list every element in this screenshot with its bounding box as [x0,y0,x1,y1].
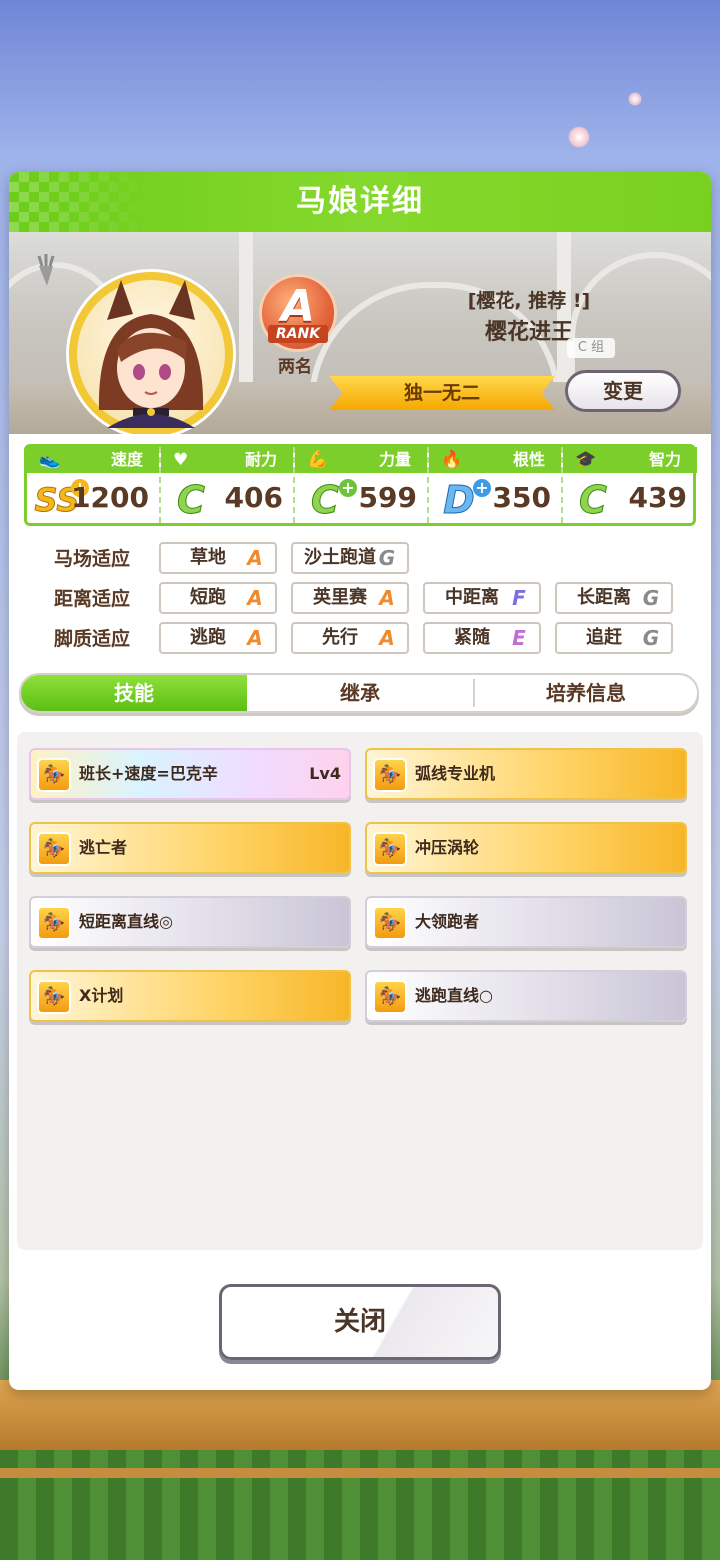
skill-speed-icon: 🏇 [373,980,407,1014]
variant-tag: C 组 [567,338,615,358]
skill-speed-icon: 🏇 [37,832,71,866]
umamusume-detail-dialog: 马娘详细 A RANK 两名 [樱花, 推荐 !] 樱花进王 C 组 独一无二 … [9,172,711,1390]
rank-ribbon: RANK [268,325,328,343]
skill-level: Lv4 [309,764,341,783]
skill-item[interactable]: 🏇 弧线专业机 [365,748,687,800]
heart-icon: ♥ [173,450,189,470]
skill-item[interactable]: 🏇 班长+速度=巴克辛 Lv4 [29,748,351,800]
dialog-header: 马娘详细 [9,172,711,232]
stat-value: 350 [492,481,551,514]
tab-training-info[interactable]: 培养信息 [475,675,697,711]
aptitude-chip: 长距离 G [555,582,673,614]
stat-value: 406 [224,481,283,514]
change-button[interactable]: 变更 [565,370,681,412]
stat-value: 439 [628,481,687,514]
flame-icon: 🔥 [441,450,463,470]
skill-speed-icon: 🏇 [37,906,71,940]
stat-power: 💪 力量 C + 599 [295,447,429,523]
shoe-icon: 👟 [39,450,61,470]
aptitude-distance-label: 距离适应 [53,588,130,610]
petal-decoration [568,126,590,148]
skill-speed-icon: 🏇 [373,758,407,792]
stats-panel: 👟 速度 SS + 1200 ♥ 耐力 C 406 💪 力量 C + 599 🔥 根性 … [24,444,697,526]
stat-value: 1200 [71,481,149,514]
aptitude-track-label: 马场适应 [53,548,130,570]
skill-speed-icon: 🏇 [373,832,407,866]
dialog-title: 马娘详细 [296,184,424,219]
stat-wisdom: 🎓 智力 C 439 [563,447,697,523]
tab-inheritance[interactable]: 继承 [247,675,473,711]
aptitude-chip: 先行 A [291,622,409,654]
character-avatar [98,280,204,428]
background-rail [0,1468,720,1478]
plus-icon: + [339,479,357,497]
stat-speed: 👟 速度 SS + 1200 [27,447,161,523]
aptitude-chip: 英里赛 A [291,582,409,614]
stat-stamina: ♥ 耐力 C 406 [161,447,295,523]
aptitude-chip: 中距离 F [423,582,541,614]
carrot-icon[interactable] [31,252,61,288]
aptitude-chip: 沙土跑道 G [291,542,409,574]
skill-speed-icon: 🏇 [373,906,407,940]
skill-speed-icon: 🏇 [37,980,71,1014]
skill-item[interactable]: 🏇 逃亡者 [29,822,351,874]
stat-grade: C [177,478,206,522]
tab-skills[interactable]: 技能 [21,675,247,711]
skills-list: 🏇 班长+速度=巴克辛 Lv4 🏇 弧线专业机 🏇 逃亡者 🏇 冲压涡轮 🏇 短… [17,732,703,1250]
stat-guts: 🔥 根性 D + 350 [429,447,563,523]
background-fence [0,1380,720,1450]
aptitude-chip: 紧随 E [423,622,541,654]
aptitude-strategy-label: 脚质适应 [53,628,130,650]
background-grass [0,1450,720,1560]
profile-hero: A RANK 两名 [樱花, 推荐 !] 樱花进王 C 组 独一无二 变更 [9,232,711,434]
skill-speed-icon: 🏇 [37,758,71,792]
stat-grade: C [579,478,608,522]
skill-item[interactable]: 🏇 逃跑直线○ [365,970,687,1022]
close-button[interactable]: 关闭 [219,1284,501,1360]
aptitude-chip: 追赶 G [555,622,673,654]
character-epithet: [樱花, 推荐 !] [467,290,591,312]
skill-item[interactable]: 🏇 X计划 [29,970,351,1022]
skill-item[interactable]: 🏇 冲压涡轮 [365,822,687,874]
graduation-cap-icon: 🎓 [575,450,597,470]
skill-item[interactable]: 🏇 大领跑者 [365,896,687,948]
petal-decoration [628,92,642,106]
rank-name: 两名 [278,357,312,377]
stat-value: 599 [358,481,417,514]
aptitude-chip: 短跑 A [159,582,277,614]
detail-tabs: 技能 继承 培养信息 [19,673,699,713]
unique-skill-banner: 独一无二 [329,376,555,410]
skill-item[interactable]: 🏇 短距离直线◎ [29,896,351,948]
character-portrait[interactable] [69,272,233,434]
aptitude-chip: 逃跑 A [159,622,277,654]
plus-icon: + [473,479,491,497]
muscle-icon: 💪 [307,450,329,470]
rank-badge: A RANK [259,274,337,352]
aptitude-chip: 草地 A [159,542,277,574]
